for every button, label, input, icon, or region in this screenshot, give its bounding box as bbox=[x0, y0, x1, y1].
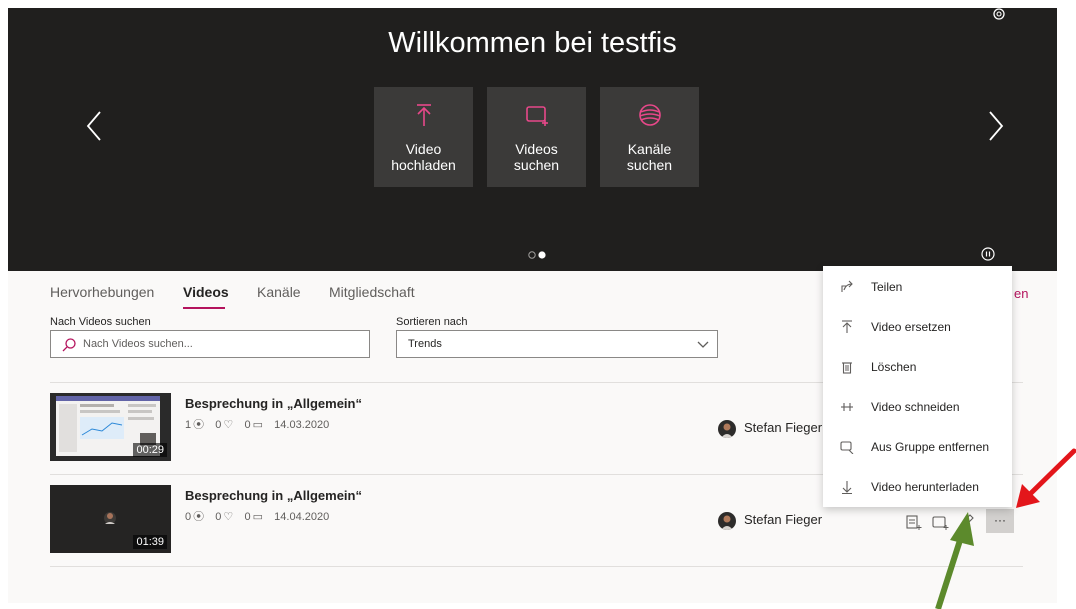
video-author[interactable]: Stefan Fieger bbox=[744, 420, 822, 435]
tab-membership[interactable]: Mitgliedschaft bbox=[329, 284, 415, 300]
tab-highlights[interactable]: Hervorhebungen bbox=[50, 284, 154, 300]
more-options-button[interactable]: ··· bbox=[986, 509, 1014, 533]
menu-item-trim-video[interactable]: Video schneiden bbox=[823, 388, 1012, 426]
menu-item-label: Video herunterladen bbox=[871, 480, 979, 494]
green-annotation-arrow bbox=[935, 512, 974, 609]
video-meta: 1 ⦿ 0 ♡ 0 ▭ 14.03.2020 bbox=[185, 416, 331, 432]
find-videos-button[interactable]: Videos suchen bbox=[487, 87, 586, 187]
video-date: 14.04.2020 bbox=[274, 511, 330, 523]
pause-icon[interactable] bbox=[981, 247, 995, 261]
views-icon: ⦿ bbox=[193, 419, 205, 431]
video-duration: 00:29 bbox=[133, 443, 167, 457]
comment-count: 0 bbox=[244, 419, 251, 431]
tile-label-line2: suchen bbox=[513, 157, 560, 173]
video-options-menu: Teilen Video ersetzen Löschen Video schn… bbox=[823, 266, 1012, 507]
carousel-prev-icon[interactable] bbox=[80, 108, 110, 144]
heart-icon: ♡ bbox=[223, 419, 234, 431]
heart-icon: ♡ bbox=[223, 511, 234, 523]
download-icon bbox=[842, 481, 852, 494]
video-title[interactable]: Besprechung in „Allgemein“ bbox=[185, 396, 362, 411]
chevron-down-icon bbox=[697, 341, 709, 348]
tile-label-line2: suchen bbox=[626, 157, 673, 173]
video-thumbnail[interactable]: 00:29 bbox=[50, 393, 171, 461]
menu-item-share[interactable]: Teilen bbox=[823, 268, 1012, 306]
video-thumbnail[interactable]: 01:39 bbox=[50, 485, 171, 553]
tile-label-line1: Video bbox=[405, 141, 442, 157]
search-icon bbox=[62, 338, 76, 352]
avatar bbox=[718, 420, 736, 438]
sort-value: Trends bbox=[408, 338, 442, 350]
menu-item-label: Aus Gruppe entfernen bbox=[871, 440, 990, 454]
menu-item-label: Löschen bbox=[871, 360, 917, 374]
menu-item-label: Video ersetzen bbox=[871, 320, 951, 334]
tab-overflow-text[interactable]: en bbox=[1014, 286, 1028, 301]
comment-count: 0 bbox=[244, 511, 251, 523]
red-annotation-arrow bbox=[1016, 448, 1076, 508]
search-label: Nach Videos suchen bbox=[50, 316, 151, 328]
find-channels-button[interactable]: Kanäle suchen bbox=[600, 87, 699, 187]
share-icon bbox=[841, 280, 853, 292]
channels-icon bbox=[639, 104, 661, 126]
settings-icon[interactable] bbox=[990, 8, 1008, 22]
sort-label: Sortieren nach bbox=[396, 316, 468, 328]
like-count: 0 bbox=[215, 511, 222, 523]
menu-item-remove-from-group[interactable]: Aus Gruppe entfernen bbox=[823, 428, 1012, 466]
carousel-dot bbox=[538, 251, 546, 259]
tab-videos[interactable]: Videos bbox=[183, 284, 229, 300]
video-title[interactable]: Besprechung in „Allgemein“ bbox=[185, 488, 362, 503]
carousel-dot bbox=[528, 251, 536, 259]
video-author[interactable]: Stefan Fieger bbox=[744, 512, 822, 527]
remove-from-group-icon bbox=[840, 441, 854, 454]
welcome-banner: Willkommen bei testfis Video hochladen Vi… bbox=[8, 8, 1057, 271]
avatar bbox=[718, 512, 736, 530]
like-count: 0 bbox=[215, 419, 222, 431]
view-count: 0 bbox=[185, 511, 192, 523]
tile-label-line1: Kanäle bbox=[627, 141, 672, 157]
video-date: 14.03.2020 bbox=[274, 419, 330, 431]
search-input[interactable]: Nach Videos suchen... bbox=[50, 330, 370, 358]
comment-icon: ▭ bbox=[252, 511, 263, 523]
tab-channels[interactable]: Kanäle bbox=[257, 284, 301, 300]
banner-title: Willkommen bei testfis bbox=[388, 27, 677, 59]
active-tab-indicator bbox=[183, 307, 225, 309]
find-video-icon bbox=[526, 106, 548, 126]
menu-item-label: Teilen bbox=[871, 280, 903, 294]
tile-label-line2: hochladen bbox=[391, 157, 456, 173]
divider bbox=[50, 566, 1023, 567]
carousel-next-icon[interactable] bbox=[980, 108, 1010, 144]
video-duration: 01:39 bbox=[133, 535, 167, 549]
view-count: 1 bbox=[185, 419, 192, 431]
menu-item-delete[interactable]: Löschen bbox=[823, 348, 1012, 386]
upload-video-button[interactable]: Video hochladen bbox=[374, 87, 473, 187]
sort-dropdown[interactable]: Trends bbox=[396, 330, 718, 358]
menu-item-replace-video[interactable]: Video ersetzen bbox=[823, 308, 1012, 346]
views-icon: ⦿ bbox=[193, 511, 205, 523]
transcript-icon[interactable] bbox=[903, 509, 923, 535]
trash-icon bbox=[842, 362, 852, 374]
menu-item-download-video[interactable]: Video herunterladen bbox=[823, 468, 1012, 506]
upload-icon bbox=[417, 104, 431, 126]
carousel-indicator[interactable] bbox=[527, 250, 551, 260]
search-placeholder: Nach Videos suchen... bbox=[83, 338, 193, 350]
video-meta: 0 ⦿ 0 ♡ 0 ▭ 14.04.2020 bbox=[185, 508, 331, 524]
trim-icon bbox=[841, 403, 853, 411]
replace-icon bbox=[842, 320, 852, 333]
menu-item-label: Video schneiden bbox=[871, 400, 960, 414]
comment-icon: ▭ bbox=[252, 419, 263, 431]
tile-label-line1: Videos bbox=[515, 141, 558, 157]
